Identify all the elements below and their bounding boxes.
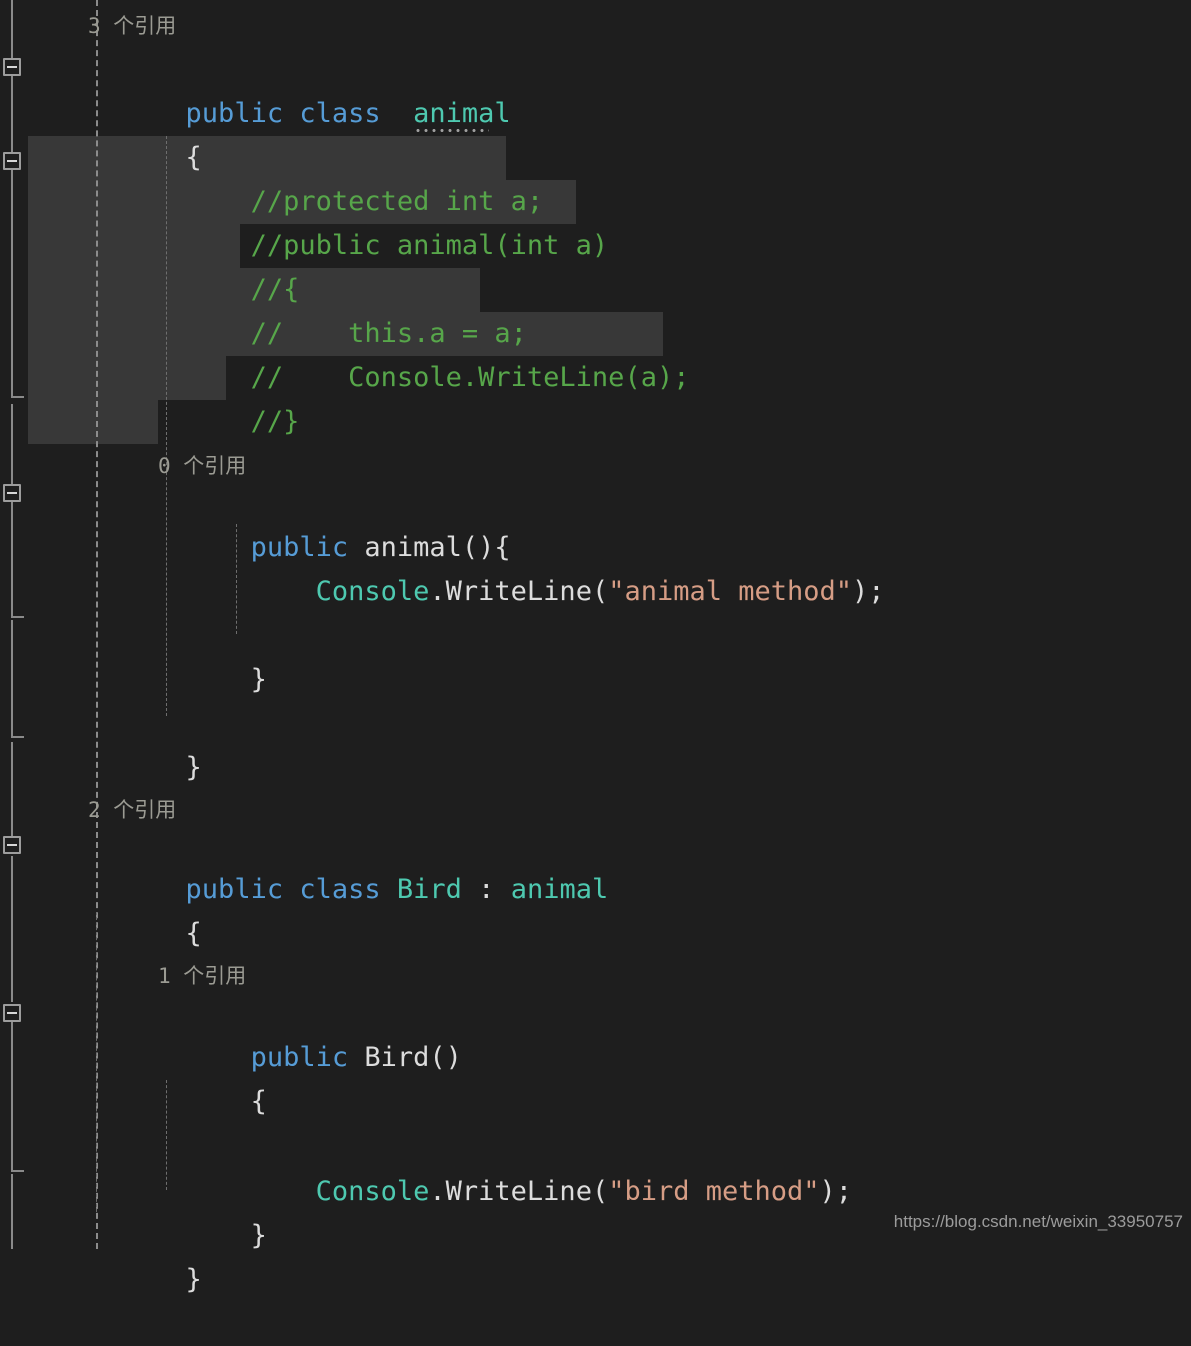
token-open-brace: { [185, 1086, 267, 1117]
token-method-writeline: .WriteLine( [429, 576, 609, 607]
token-close-brace: } [185, 1264, 202, 1295]
codelens-bird-class[interactable]: 2 个引用 [88, 792, 176, 828]
line-animal-class-decl[interactable]: public class animal [88, 48, 511, 132]
line-bird-writeline[interactable]: Console.WriteLine("bird method"); [88, 1126, 852, 1207]
line-animal-class-close[interactable]: } [88, 702, 202, 783]
line-bird-open-brace[interactable]: { [88, 868, 202, 949]
line-comment-this-a-assign[interactable]: // this.a = a; [88, 268, 527, 349]
line-bird-ctor-decl[interactable]: public Bird() [88, 992, 462, 1073]
line-animal-ctor-decl[interactable]: public animal(){ [88, 482, 511, 563]
token-string-animal-method: "animal method" [608, 576, 853, 607]
line-blank-after-comments[interactable] [88, 400, 186, 444]
token-type-console: Console [315, 576, 430, 607]
token-close-paren: ); [852, 576, 885, 607]
codelens-bird-ctor[interactable]: 1 个引用 [158, 958, 246, 994]
line-animal-open-brace[interactable]: { [88, 92, 202, 173]
token-method-writeline: .WriteLine( [429, 1176, 609, 1207]
token-open-brace: { [185, 918, 202, 949]
codelens-animal-ctor[interactable]: 0 个引用 [158, 448, 246, 484]
token-type-animal: animal [413, 92, 511, 136]
line-comment-ctor-signature[interactable]: //public animal(int a) [88, 180, 609, 261]
code-content-area[interactable]: 3 个引用 public class animal { //protected … [0, 0, 1191, 1295]
line-bird-ctor-open[interactable]: { [88, 1036, 267, 1117]
code-editor[interactable]: 3 个引用 public class animal { //protected … [0, 0, 1191, 1295]
watermark-url: https://blog.csdn.net/weixin_33950757 [893, 1212, 1183, 1231]
token-type-animal-base: animal [510, 874, 609, 905]
line-bird-class-close[interactable]: } [88, 1214, 202, 1295]
token-type-console: Console [315, 1176, 430, 1207]
line-bird-ctor-close[interactable]: } [88, 1170, 267, 1251]
token-keyword-class: class [283, 874, 397, 905]
token-close-brace: } [185, 664, 267, 695]
line-comment-writeline-a[interactable]: // Console.WriteLine(a); [88, 312, 690, 393]
token-close-paren: ); [819, 1176, 853, 1207]
line-comment-protected-int-a[interactable]: //protected int a; [88, 136, 544, 217]
line-animal-ctor-close[interactable]: } [88, 614, 267, 695]
line-comment-close-brace[interactable]: //} [88, 356, 300, 437]
token-ctor-name: Bird() [348, 1042, 462, 1073]
line-bird-class-decl[interactable]: public class Bird : animal [88, 824, 609, 905]
token-type-bird: Bird [396, 874, 462, 905]
line-comment-open-brace[interactable]: //{ [88, 224, 300, 305]
line-animal-writeline[interactable]: Console.WriteLine("animal method"); [88, 526, 885, 607]
token-comment: //} [185, 406, 300, 437]
codelens-animal-class[interactable]: 3 个引用 [88, 8, 176, 44]
token-close-brace: } [185, 752, 202, 783]
token-string-bird-method: "bird method" [608, 1176, 820, 1207]
token-colon: : [461, 874, 511, 905]
token-keyword-class: class [283, 98, 414, 129]
